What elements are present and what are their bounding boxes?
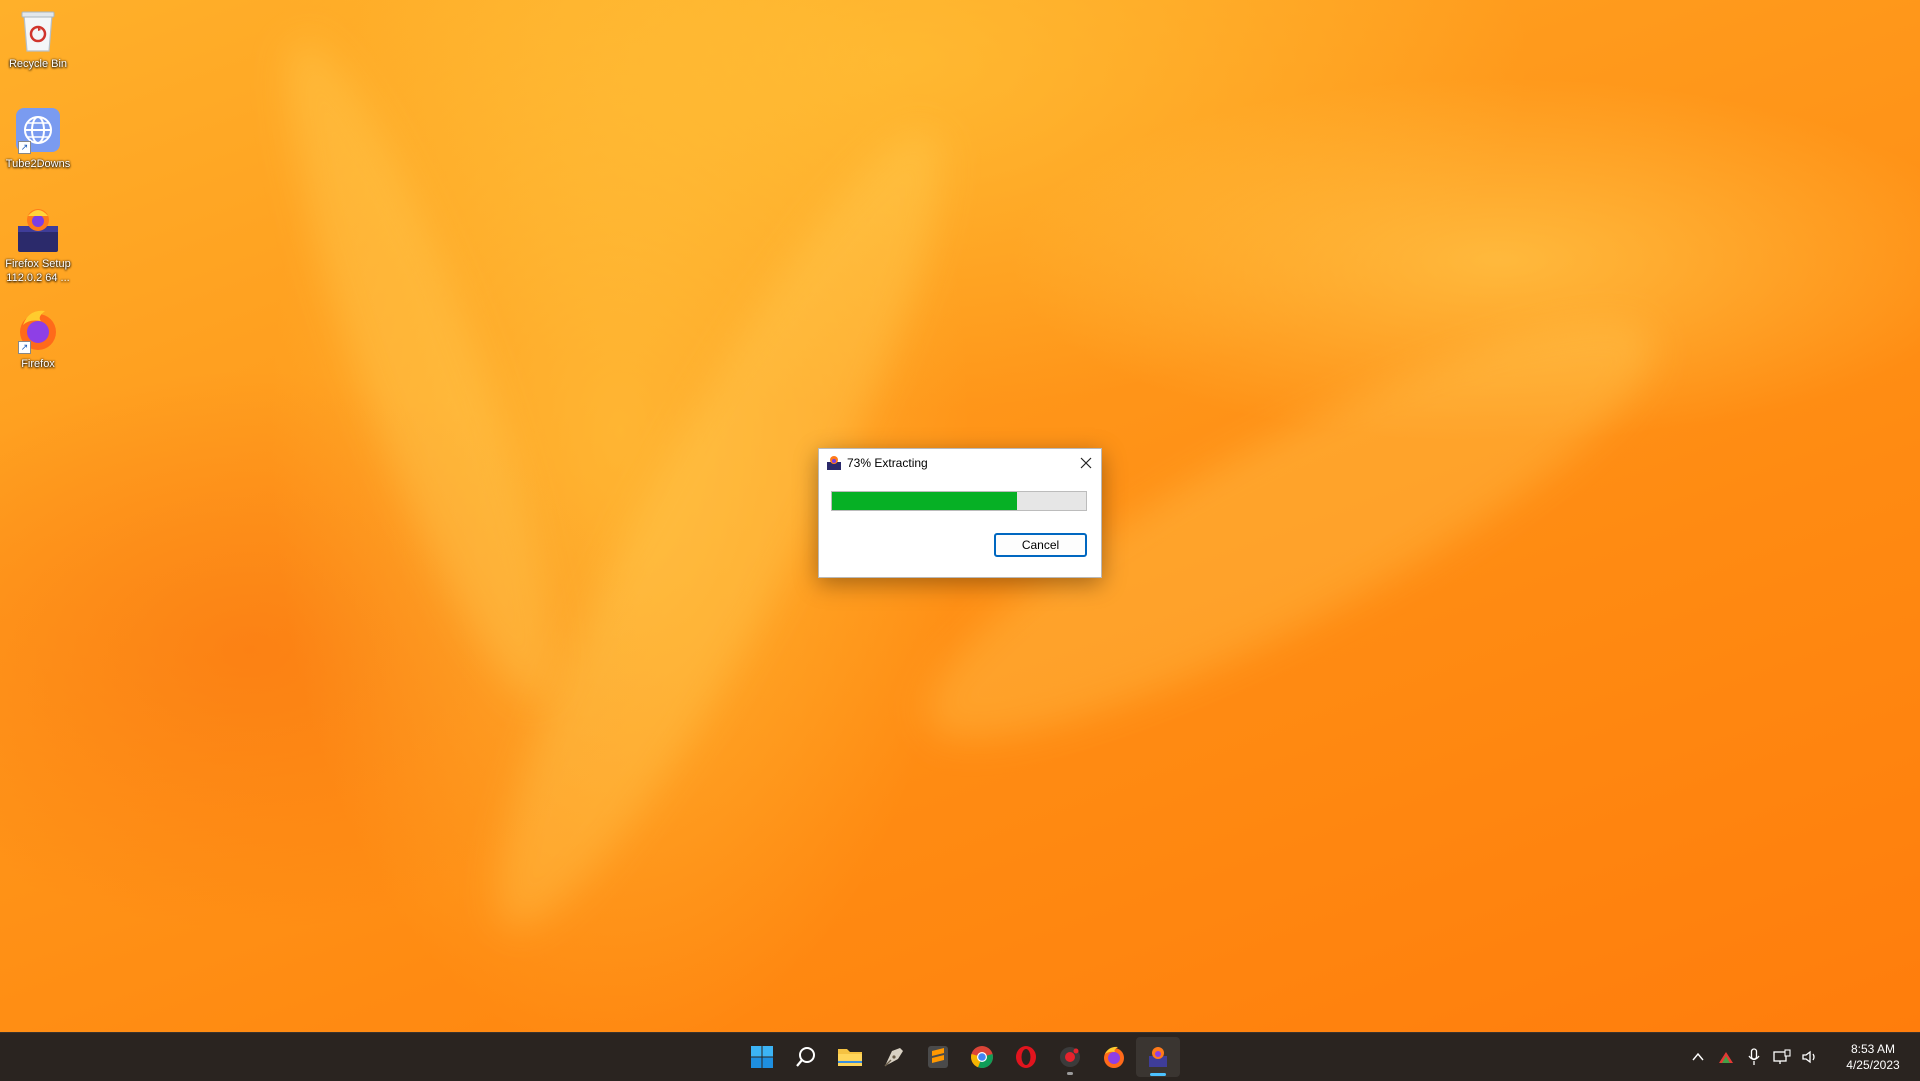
taskbar: 8:53 AM 4/25/2023 xyxy=(0,1032,1920,1081)
desktop-icon-firefox-setup[interactable]: Firefox Setup 112.0.2 64 ... xyxy=(0,206,76,285)
progress-fill xyxy=(832,492,1018,510)
firefox-icon xyxy=(1104,1046,1124,1068)
close-icon xyxy=(1080,457,1092,469)
clock-time: 8:53 AM xyxy=(1850,1042,1896,1056)
desktop-icon-label: Firefox xyxy=(21,358,55,370)
taskbar-installer[interactable] xyxy=(1136,1037,1180,1077)
installer-icon xyxy=(1149,1047,1167,1067)
taskbar-sublime-text[interactable] xyxy=(916,1037,960,1077)
search-button[interactable] xyxy=(784,1037,828,1077)
dialog-title: 73% Extracting xyxy=(847,456,928,470)
pen-icon xyxy=(884,1048,903,1067)
microphone-button[interactable] xyxy=(1742,1045,1766,1069)
start-button[interactable] xyxy=(740,1037,784,1077)
microphone-icon xyxy=(1748,1048,1760,1065)
firefox-icon: ↗ xyxy=(14,306,62,354)
system-tray: 8:53 AM 4/25/2023 xyxy=(1684,1033,1920,1081)
network-warning-button[interactable] xyxy=(1714,1045,1738,1069)
taskbar-file-explorer[interactable] xyxy=(828,1037,872,1077)
active-indicator xyxy=(1150,1073,1166,1076)
windows-logo-icon xyxy=(751,1046,773,1068)
volume-button[interactable] xyxy=(1798,1045,1822,1069)
desktop-icon-firefox[interactable]: ↗ Firefox xyxy=(0,306,76,371)
recycle-bin-icon xyxy=(14,6,62,54)
installer-icon xyxy=(827,456,841,470)
cancel-button[interactable]: Cancel xyxy=(994,533,1087,557)
display-button[interactable] xyxy=(1770,1045,1794,1069)
dialog-titlebar[interactable]: 73% Extracting xyxy=(819,449,1101,477)
folder-icon xyxy=(838,1049,862,1066)
desktop-icon-recycle-bin[interactable]: Recycle Bin xyxy=(0,6,76,71)
sublime-icon xyxy=(928,1046,948,1068)
globe-icon: ↗ xyxy=(14,106,62,154)
network-warning-icon xyxy=(1719,1052,1733,1063)
camera-icon xyxy=(1060,1047,1080,1067)
desktop-icon-label: Recycle Bin xyxy=(8,58,68,70)
speaker-icon xyxy=(1802,1050,1815,1064)
firefox-installer-icon xyxy=(14,206,62,254)
close-button[interactable] xyxy=(1071,449,1101,477)
shortcut-arrow-icon: ↗ xyxy=(18,141,31,154)
wallpaper-streak xyxy=(243,20,597,720)
search-icon xyxy=(796,1047,815,1067)
chevron-up-icon xyxy=(1692,1052,1704,1061)
taskbar-chrome[interactable] xyxy=(960,1037,1004,1077)
taskbar-firefox[interactable] xyxy=(1092,1037,1136,1077)
taskbar-recorder[interactable] xyxy=(1048,1037,1092,1077)
taskbar-pen-tool[interactable] xyxy=(872,1037,916,1077)
taskbar-opera[interactable] xyxy=(1004,1037,1048,1077)
opera-icon xyxy=(1016,1046,1036,1068)
dialog-body: Cancel xyxy=(819,477,1101,577)
running-indicator xyxy=(1067,1072,1073,1075)
shortcut-arrow-icon: ↗ xyxy=(18,341,31,354)
chrome-icon xyxy=(971,1046,993,1069)
show-hidden-icons-button[interactable] xyxy=(1686,1045,1710,1069)
extraction-dialog: 73% Extracting Cancel xyxy=(818,448,1102,578)
desktop-icon-tube2downs[interactable]: ↗ Tube2Downs xyxy=(0,106,76,171)
desktop-icon-label: Tube2Downs xyxy=(5,158,71,170)
progress-bar xyxy=(831,491,1087,511)
desktop-icon-label: Firefox Setup 112.0.2 64 ... xyxy=(5,258,71,284)
clock-date: 4/25/2023 xyxy=(1846,1058,1900,1072)
clock[interactable]: 8:53 AM 4/25/2023 xyxy=(1830,1041,1916,1073)
taskbar-apps xyxy=(740,1033,1180,1081)
display-icon xyxy=(1773,1049,1791,1064)
